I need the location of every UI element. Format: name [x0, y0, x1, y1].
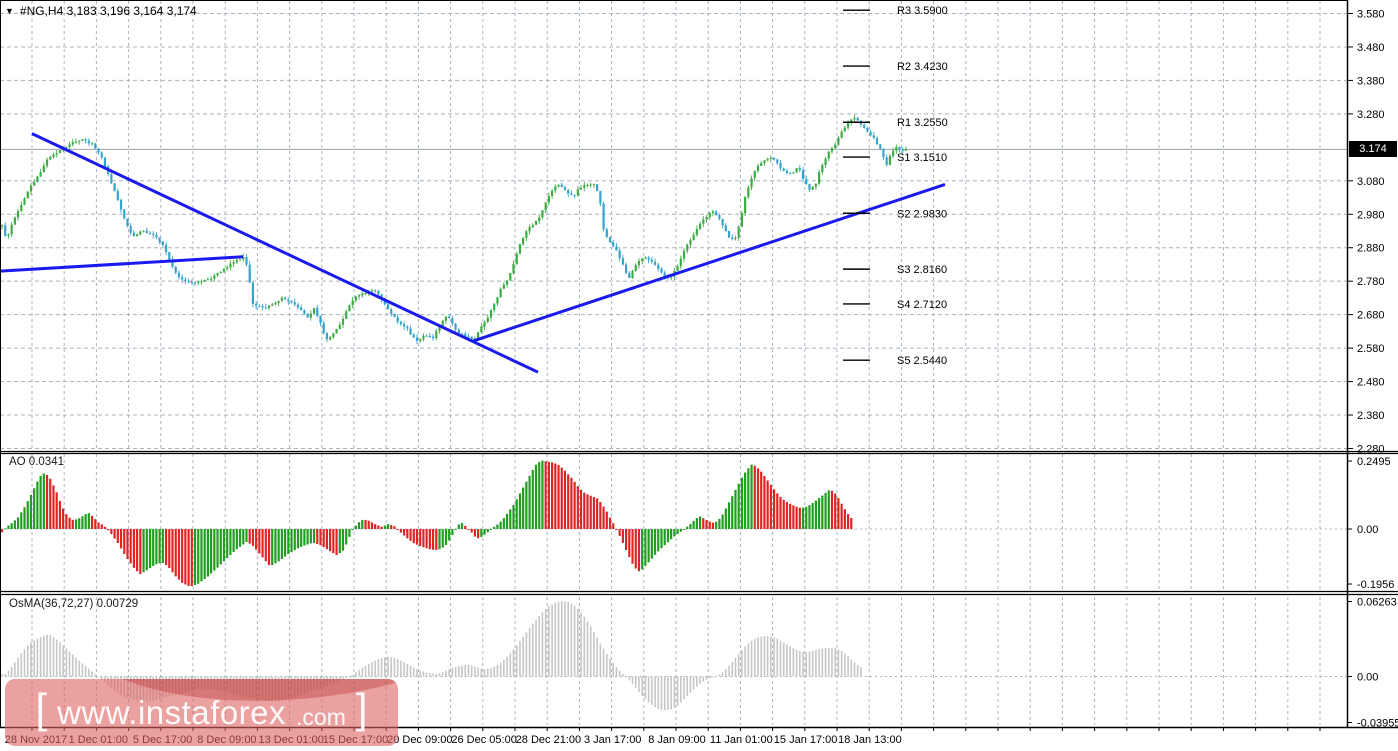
pivot-label: S5 2.5440 [897, 355, 947, 367]
price-axis-label: 3.280 [1357, 109, 1385, 121]
pivot-label: R1 3.2550 [897, 117, 948, 129]
indicator-axis-label: -0.03955 [1357, 718, 1398, 730]
price-axis-label: 3.380 [1357, 75, 1385, 87]
watermark-bracket-right: ] [355, 684, 368, 732]
indicator-axis-label: -0.1956 [1357, 579, 1394, 591]
price-axis-label: 3.580 [1357, 9, 1385, 21]
watermark-bracket-left: [ [35, 684, 48, 732]
pivot-label: S2 2.9830 [897, 208, 947, 220]
indicator-axis-label: 0.00 [1357, 524, 1378, 536]
watermark-url-tld: .com [296, 703, 346, 730]
pivot-label: S3 2.8160 [897, 264, 947, 276]
time-axis-label: 26 Dec 05:00 [451, 734, 516, 746]
mt4-chart-window: R3 3.5900 R2 3.4230 R1 3.2550 S1 3.1510 S2 2… [0, 0, 1398, 751]
price-axis-label: 3.480 [1357, 42, 1385, 54]
symbol-ohlc-title: #NG,H4 3,183 3,196 3,164 3,174 [19, 4, 197, 18]
ao-indicator-label: AO 0.0341 [9, 456, 64, 468]
indicator-axis-label: 0.2495 [1357, 456, 1391, 468]
indicator-axis-label: 0.06263 [1357, 597, 1397, 609]
chart-title-bar: ▼ #NG,H4 3,183 3,196 3,164 3,174 [5, 4, 197, 18]
price-axis-label: 3.080 [1357, 176, 1385, 188]
chart-canvas[interactable]: R3 3.5900 R2 3.4230 R1 3.2550 S1 3.1510 S2 2… [0, 0, 1398, 751]
price-axis-label: 2.280 [1357, 443, 1385, 455]
watermark-url: www.instaforex [57, 693, 287, 731]
price-axis-label: 2.880 [1357, 243, 1385, 255]
pivot-label: R2 3.4230 [897, 61, 948, 73]
indicator-axes[interactable]: 0.2495 0.00 -0.1956 0.06263 0.00 -0.03955 [1347, 456, 1398, 730]
time-axis-label: 28 Dec 21:00 [516, 734, 581, 746]
grid-lines [0, 1, 1347, 725]
pivot-label: S1 3.1510 [897, 152, 947, 164]
price-axis-label: 2.680 [1357, 310, 1385, 322]
price-axis-label: 2.580 [1357, 343, 1385, 355]
time-axis-label: 3 Jan 17:00 [584, 734, 642, 746]
current-price-tag: 3.174 [1349, 141, 1397, 157]
price-axis[interactable]: 3.580 3.480 3.380 3.280 3.080 2.980 2.880 2.780… [1347, 9, 1385, 456]
time-axis-label: 8 Jan 09:00 [648, 734, 706, 746]
pivot-label: S4 2.7120 [897, 299, 947, 311]
price-axis-label: 2.480 [1357, 377, 1385, 389]
time-axis-label: 15 Jan 17:00 [774, 734, 838, 746]
pivot-levels: R3 3.5900 R2 3.4230 R1 3.2550 S1 3.1510 S2 2… [843, 5, 948, 367]
time-axis-label: 11 Jan 01:00 [710, 734, 773, 746]
symbol-menu-arrow-icon[interactable]: ▼ [5, 6, 14, 16]
osma-indicator-label: OsMA(36,72,27) 0.00729 [9, 598, 139, 610]
instaforex-watermark: [ www.instaforex .com ] [5, 679, 398, 746]
price-axis-label: 2.380 [1357, 410, 1385, 422]
pivot-label: R3 3.5900 [897, 5, 948, 17]
time-axis-label: 18 Jan 13:00 [838, 734, 902, 746]
panel-borders [0, 0, 1398, 729]
price-axis-label: 2.780 [1357, 276, 1385, 288]
price-axis-label: 2.980 [1357, 209, 1385, 221]
indicator-axis-label: 0.00 [1357, 672, 1378, 684]
